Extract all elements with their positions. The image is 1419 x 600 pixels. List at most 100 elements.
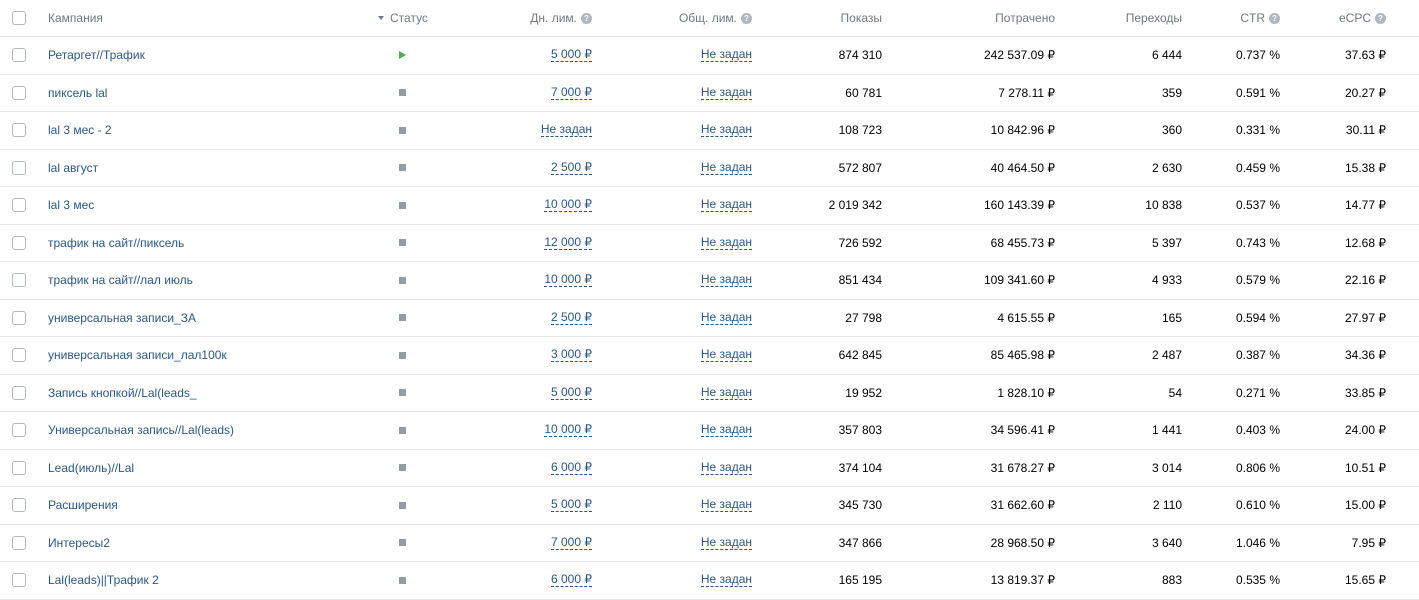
total-limit-link[interactable]: Не задан — [700, 310, 752, 325]
spent-cell: 4 615.55 ₽ — [900, 300, 1055, 337]
row-checkbox[interactable] — [12, 423, 26, 438]
row-checkbox[interactable] — [12, 310, 26, 325]
row-select-cell — [12, 525, 28, 562]
header-campaign[interactable]: Кампания — [48, 0, 348, 36]
header-ecpc[interactable]: eCPC ? — [1290, 0, 1386, 36]
row-checkbox[interactable] — [12, 198, 26, 213]
sort-desc-icon — [378, 16, 384, 20]
stop-icon[interactable] — [399, 501, 406, 509]
row-checkbox[interactable] — [12, 460, 26, 475]
total-limit-link[interactable]: Не задан — [700, 460, 752, 475]
play-icon[interactable] — [399, 51, 406, 60]
stop-icon[interactable] — [399, 576, 406, 584]
stop-icon[interactable] — [399, 426, 406, 434]
campaign-name-link[interactable]: Запись кнопкой//Lal(leads_ — [48, 386, 197, 400]
question-circle-icon[interactable]: ? — [1375, 12, 1386, 24]
row-checkbox[interactable] — [12, 235, 26, 250]
stop-icon[interactable] — [399, 539, 406, 547]
campaign-name-link[interactable]: универсальная записи_ЗА — [48, 311, 196, 325]
impressions-cell: 2 019 342 — [760, 187, 882, 224]
total-limit-link[interactable]: Не задан — [700, 198, 752, 213]
row-checkbox[interactable] — [12, 48, 26, 63]
ecpc-cell: 15.00 ₽ — [1290, 487, 1386, 524]
campaign-name-link[interactable]: Ретаргет//Трафик — [48, 48, 145, 62]
total-limit-link[interactable]: Не задан — [700, 535, 752, 550]
total-limit-cell: Не задан — [640, 75, 752, 112]
stop-icon[interactable] — [399, 164, 406, 172]
total-limit-link[interactable]: Не задан — [700, 85, 752, 100]
daily-limit-link[interactable]: 6 000 ₽ — [551, 460, 592, 475]
header-ctr[interactable]: CTR ? — [1180, 0, 1280, 36]
campaign-name-link[interactable]: lal 3 мес - 2 — [48, 123, 112, 137]
stop-icon[interactable] — [399, 126, 406, 134]
total-limit-link[interactable]: Не задан — [700, 273, 752, 288]
campaign-name-link[interactable]: Lal(leads)||Трафик 2 — [48, 573, 159, 587]
stop-icon[interactable] — [399, 389, 406, 397]
header-total-limit[interactable]: Общ. лим. ? — [640, 0, 752, 36]
question-circle-icon[interactable]: ? — [581, 12, 592, 24]
stop-icon[interactable] — [399, 239, 406, 247]
campaign-name-link[interactable]: lal август — [48, 161, 98, 175]
campaign-name-link[interactable]: Интересы2 — [48, 536, 110, 550]
daily-limit-link[interactable]: 10 000 ₽ — [544, 198, 592, 213]
ecpc-value: 12.68 ₽ — [1345, 235, 1386, 250]
row-checkbox[interactable] — [12, 348, 26, 363]
campaign-name-link[interactable]: lal 3 мес — [48, 198, 94, 212]
header-status[interactable]: Статус — [378, 0, 438, 36]
row-checkbox[interactable] — [12, 535, 26, 550]
daily-limit-link[interactable]: 7 000 ₽ — [551, 85, 592, 100]
header-transitions[interactable]: Переходы — [1080, 0, 1182, 36]
stop-icon[interactable] — [399, 201, 406, 209]
campaign-name-link[interactable]: Универсальная запись//Lal(leads) — [48, 423, 234, 437]
question-circle-icon[interactable]: ? — [741, 12, 752, 24]
daily-limit-link[interactable]: 10 000 ₽ — [544, 423, 592, 438]
total-limit-link[interactable]: Не задан — [700, 235, 752, 250]
transitions-cell: 3 014 — [1080, 450, 1182, 487]
row-checkbox[interactable] — [12, 273, 26, 288]
campaign-name-link[interactable]: Lead(июль)//Lal — [48, 461, 134, 475]
total-limit-link[interactable]: Не задан — [700, 160, 752, 175]
total-limit-link[interactable]: Не задан — [700, 385, 752, 400]
campaign-name-cell: Ретаргет//Трафик — [48, 37, 348, 74]
daily-limit-link[interactable]: 10 000 ₽ — [544, 273, 592, 288]
daily-limit-link[interactable]: 5 000 ₽ — [551, 385, 592, 400]
question-circle-icon[interactable]: ? — [1269, 12, 1280, 24]
daily-limit-link[interactable]: 5 000 ₽ — [551, 48, 592, 63]
total-limit-link[interactable]: Не задан — [700, 423, 752, 438]
campaign-name-link[interactable]: универсальная записи_лал100к — [48, 348, 227, 362]
daily-limit-link[interactable]: 3 000 ₽ — [551, 348, 592, 363]
daily-limit-link[interactable]: Не задан — [540, 123, 592, 138]
stop-icon[interactable] — [399, 276, 406, 284]
row-checkbox[interactable] — [12, 123, 26, 138]
total-limit-link[interactable]: Не задан — [700, 123, 752, 138]
total-limit-link[interactable]: Не задан — [700, 573, 752, 588]
stop-icon[interactable] — [399, 351, 406, 359]
row-checkbox[interactable] — [12, 85, 26, 100]
row-checkbox[interactable] — [12, 573, 26, 588]
total-limit-link[interactable]: Не задан — [700, 48, 752, 63]
daily-limit-link[interactable]: 2 500 ₽ — [551, 310, 592, 325]
select-all-checkbox[interactable] — [12, 11, 26, 25]
campaign-name-link[interactable]: трафик на сайт//лал июль — [48, 273, 193, 287]
campaign-name-link[interactable]: пиксель lal — [48, 86, 107, 100]
row-checkbox[interactable] — [12, 498, 26, 513]
stop-icon[interactable] — [399, 314, 406, 322]
header-spent[interactable]: Потрачено — [900, 0, 1055, 36]
stop-icon[interactable] — [399, 464, 406, 472]
total-limit-link[interactable]: Не задан — [700, 348, 752, 363]
row-checkbox[interactable] — [12, 385, 26, 400]
daily-limit-link[interactable]: 5 000 ₽ — [551, 498, 592, 513]
total-limit-link[interactable]: Не задан — [700, 498, 752, 513]
daily-limit-link[interactable]: 12 000 ₽ — [544, 235, 592, 250]
ctr-cell: 0.459 % — [1180, 150, 1280, 187]
header-daily-limit[interactable]: Дн. лим. ? — [480, 0, 592, 36]
header-impressions[interactable]: Показы — [760, 0, 882, 36]
row-checkbox[interactable] — [12, 160, 26, 175]
transitions-value: 1 441 — [1151, 423, 1182, 438]
daily-limit-link[interactable]: 7 000 ₽ — [551, 535, 592, 550]
daily-limit-link[interactable]: 6 000 ₽ — [551, 573, 592, 588]
campaign-name-link[interactable]: трафик на сайт//пиксель — [48, 236, 184, 250]
daily-limit-link[interactable]: 2 500 ₽ — [551, 160, 592, 175]
stop-icon[interactable] — [399, 89, 406, 97]
campaign-name-link[interactable]: Расширения — [48, 498, 118, 512]
